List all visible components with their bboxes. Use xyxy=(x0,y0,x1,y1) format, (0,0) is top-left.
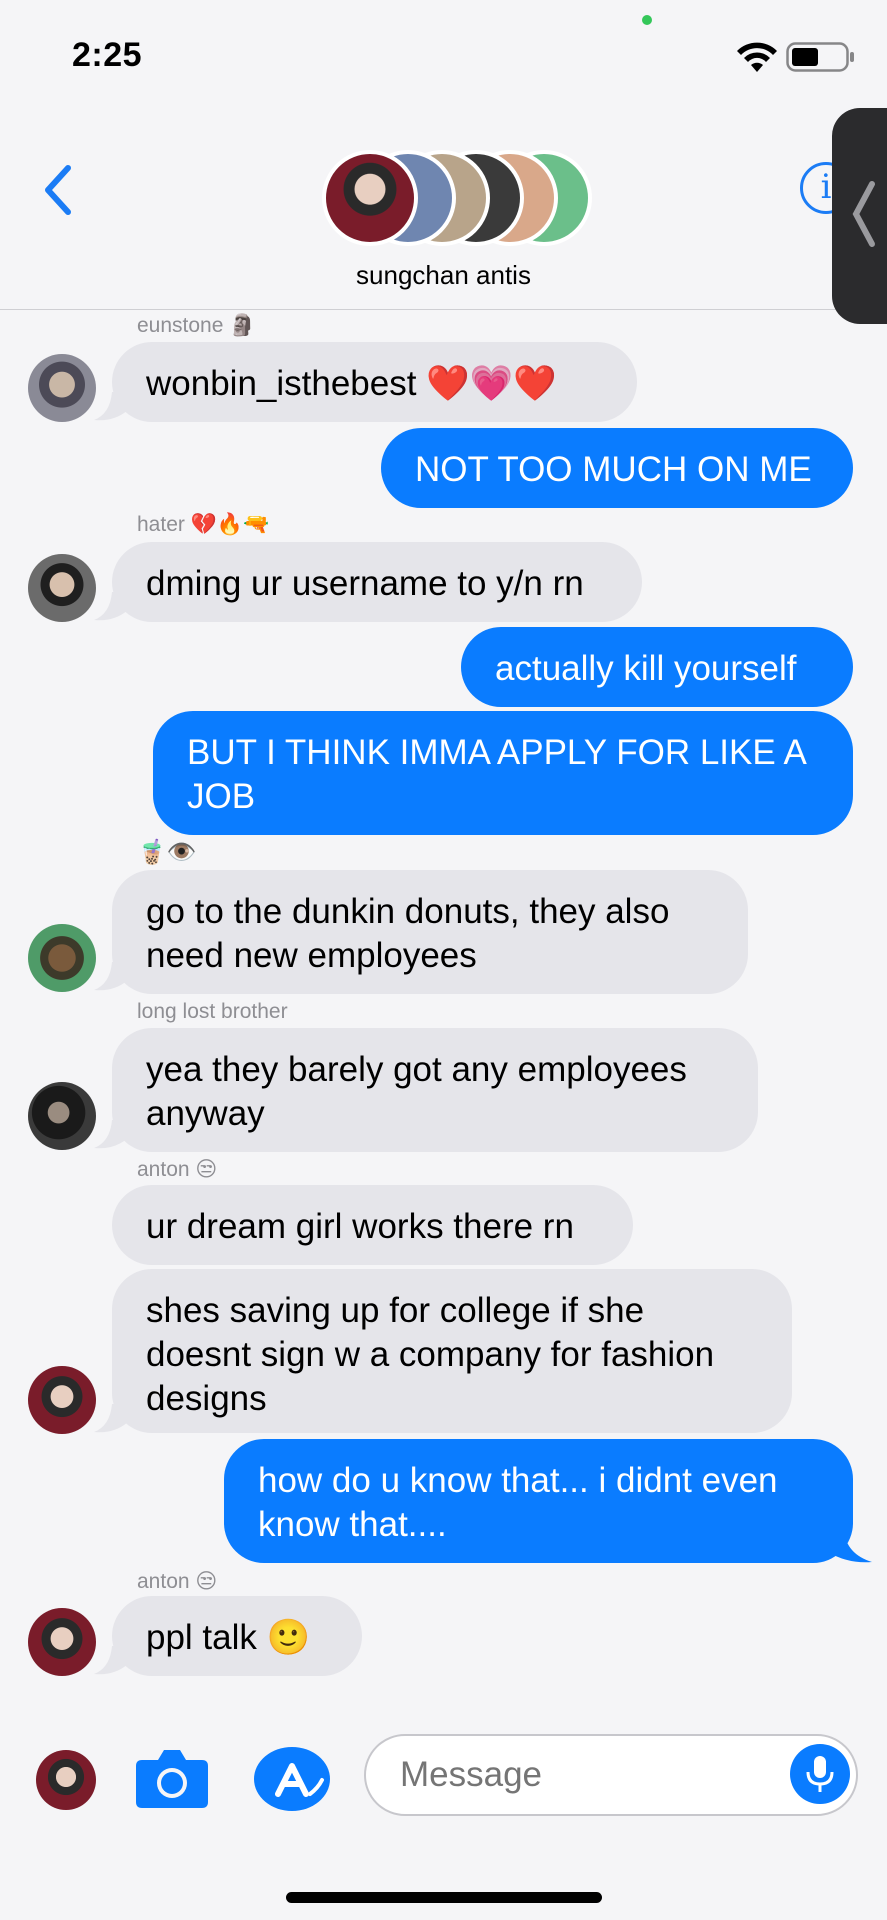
message-bubble-incoming[interactable]: dming ur username to y/n rn xyxy=(112,542,642,622)
sender-name: 🧋👁️ xyxy=(137,839,197,866)
chevron-left-icon xyxy=(852,181,875,247)
side-panel-handle[interactable] xyxy=(832,108,887,324)
member-avatar xyxy=(322,150,418,246)
avatar[interactable] xyxy=(28,354,96,422)
battery-icon xyxy=(786,42,854,72)
status-time: 2:25 xyxy=(72,36,143,74)
sender-name: anton 😒 xyxy=(137,1158,218,1181)
microphone-icon[interactable] xyxy=(790,1744,850,1804)
avatar[interactable] xyxy=(28,554,96,622)
conversation-header: sungchan antis i xyxy=(0,110,887,310)
sender-name: anton 😒 xyxy=(137,1570,218,1593)
status-bar: 2:25 xyxy=(0,0,887,110)
microphone-glyph xyxy=(806,1756,834,1792)
message-bubble-outgoing[interactable]: how do u know that... i didnt even know … xyxy=(224,1439,853,1563)
self-avatar[interactable] xyxy=(36,1750,96,1810)
group-name[interactable]: sungchan antis xyxy=(0,260,887,291)
message-bubble-incoming[interactable]: go to the dunkin donuts, they also need … xyxy=(112,870,748,994)
wifi-icon xyxy=(737,42,777,72)
message-bubble-outgoing[interactable]: NOT TOO MUCH ON ME xyxy=(381,428,853,508)
message-bubble-incoming[interactable]: wonbin_isthebest ❤️💗❤️ xyxy=(112,342,637,422)
group-avatar-stack[interactable] xyxy=(322,150,592,252)
avatar[interactable] xyxy=(28,924,96,992)
composer-bar xyxy=(0,1700,887,1920)
avatar[interactable] xyxy=(28,1082,96,1150)
message-bubble-outgoing[interactable]: actually kill yourself xyxy=(461,627,853,707)
app-store-icon[interactable] xyxy=(252,1744,332,1814)
message-bubble-incoming[interactable]: ur dream girl works there rn xyxy=(112,1185,633,1265)
message-bubble-outgoing[interactable]: BUT I THINK IMMA APPLY FOR LIKE A JOB xyxy=(153,711,853,835)
sender-name: hater 💔🔥🔫 xyxy=(137,513,270,536)
sender-name: eunstone 🗿 xyxy=(137,314,256,337)
message-bubble-incoming[interactable]: shes saving up for college if she doesnt… xyxy=(112,1269,792,1433)
sender-name: long lost brother xyxy=(137,1000,288,1023)
avatar[interactable] xyxy=(28,1366,96,1434)
message-input[interactable] xyxy=(364,1734,858,1816)
message-bubble-incoming[interactable]: yea they barely got any employees anyway xyxy=(112,1028,758,1152)
camera-icon[interactable] xyxy=(134,1746,210,1810)
home-indicator xyxy=(286,1892,602,1903)
chevron-left-icon[interactable] xyxy=(40,160,80,220)
avatar[interactable] xyxy=(28,1608,96,1676)
message-bubble-incoming[interactable]: ppl talk 🙂 xyxy=(112,1596,362,1676)
privacy-indicator-dot xyxy=(642,15,652,25)
